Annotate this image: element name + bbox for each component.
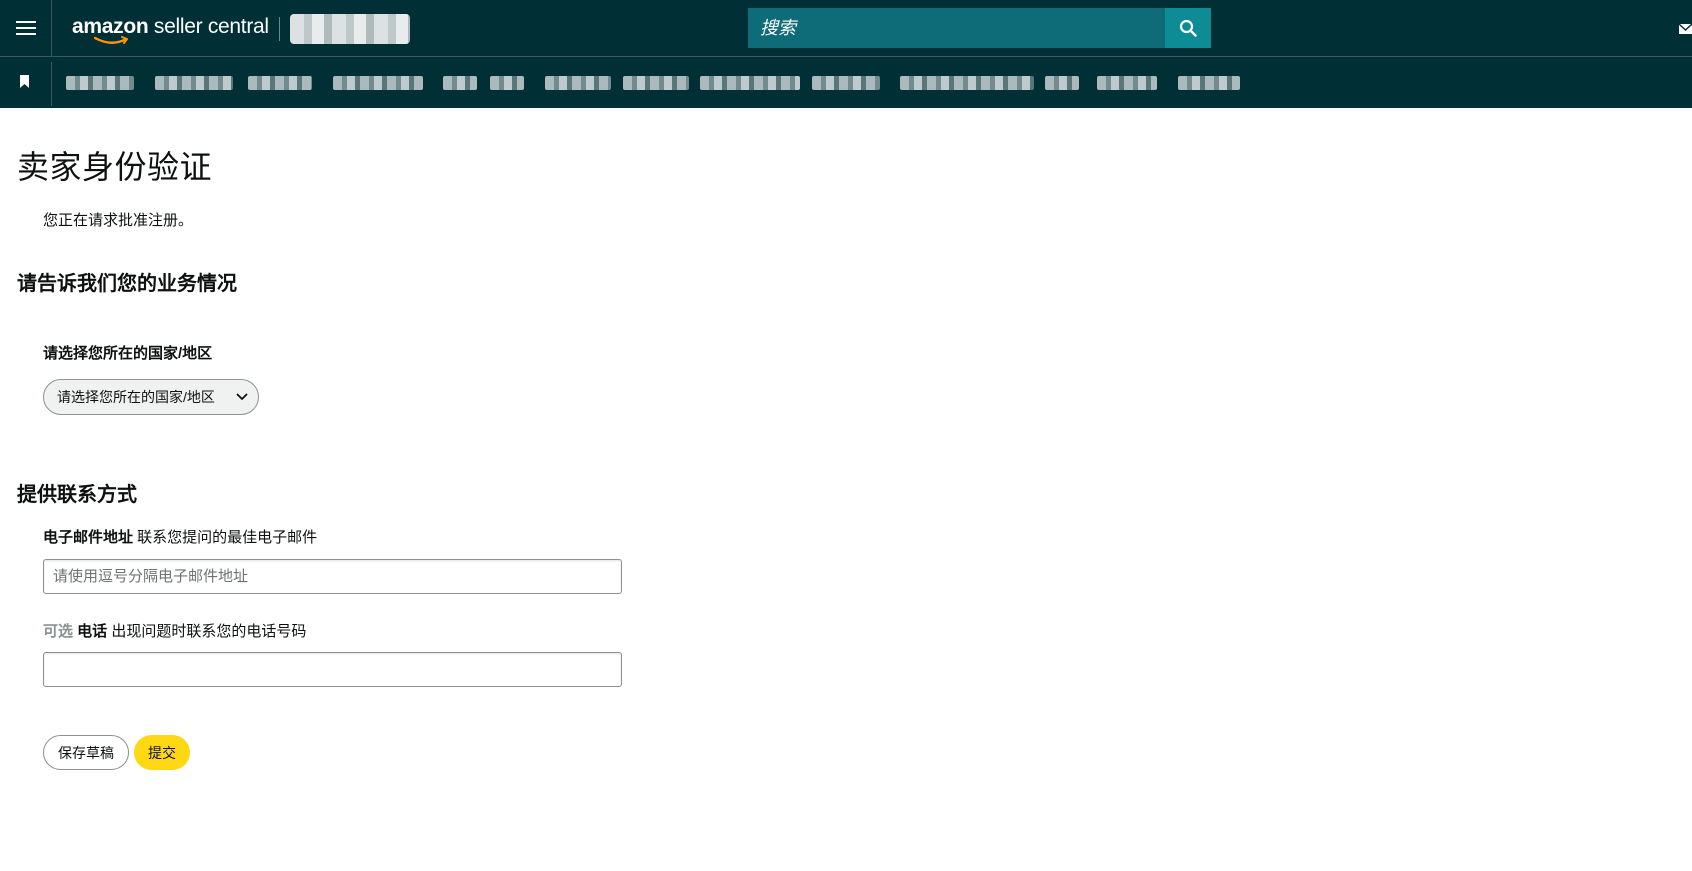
country-select[interactable]: 请选择您所在的国家/地区 [43,379,259,415]
country-label: 请选择您所在的国家/地区 [43,345,213,362]
menu-icon [15,21,36,35]
bookmark-link-redacted[interactable] [700,76,800,90]
email-field[interactable] [43,559,622,594]
email-label-title: 电子邮件地址 [43,529,134,546]
phone-field[interactable] [43,652,622,687]
menu-button[interactable] [0,0,52,56]
amazon-smile-icon [94,36,128,44]
bookmark-icon[interactable] [19,75,30,88]
bookmark-bar [0,57,1692,108]
bookmark-link-redacted[interactable] [155,76,233,90]
store-switcher-redacted[interactable] [290,14,410,44]
bookmark-link-redacted[interactable] [545,76,611,90]
country-select-value: 请选择您所在的国家/地区 [57,389,215,405]
registration-status-text: 您正在请求批准注册。 [43,212,194,229]
mail-icon[interactable] [1678,22,1692,36]
search-button[interactable] [1165,8,1211,48]
bookmark-link-redacted[interactable] [490,76,524,90]
optional-tag: 可选 [43,623,74,640]
bookmark-link-redacted[interactable] [1045,76,1079,90]
save-draft-button[interactable]: 保存草稿 [43,735,129,770]
bookmark-link-redacted[interactable] [333,76,423,90]
bookmark-link-redacted[interactable] [900,76,1034,90]
contact-section-heading: 提供联系方式 [17,484,137,506]
business-section-heading: 请告诉我们您的业务情况 [17,273,237,295]
chevron-down-icon [236,393,248,400]
bookmark-link-redacted[interactable] [812,76,880,90]
bookmark-link-redacted[interactable] [1178,76,1240,90]
email-label-hint: 联系您提问的最佳电子邮件 [133,529,318,546]
amazon-seller-central-logo[interactable]: amazon seller central [72,14,269,44]
top-header: amazon seller central [0,0,1692,57]
logo-divider [279,17,280,41]
bookmark-link-redacted[interactable] [623,76,689,90]
bookmark-link-redacted[interactable] [443,76,477,90]
search-icon [1179,19,1197,37]
page-title: 卖家身份验证 [17,148,213,186]
search-input[interactable] [748,8,1166,48]
submit-button[interactable]: 提交 [134,735,190,770]
phone-label: 可选 电话 出现问题时联系您的电话号码 [43,620,306,641]
bookmark-link-redacted[interactable] [248,76,312,90]
bookmark-link-redacted[interactable] [1097,76,1157,90]
bookmark-divider [51,62,52,106]
logo-text-bold: amazon [72,15,149,38]
phone-label-title: 电话 [73,623,108,640]
bookmark-link-redacted[interactable] [66,76,134,90]
phone-label-hint: 出现问题时联系您的电话号码 [107,623,307,640]
email-label: 电子邮件地址 联系您提问的最佳电子邮件 [43,526,317,547]
logo-text-rest: seller central [148,15,269,38]
